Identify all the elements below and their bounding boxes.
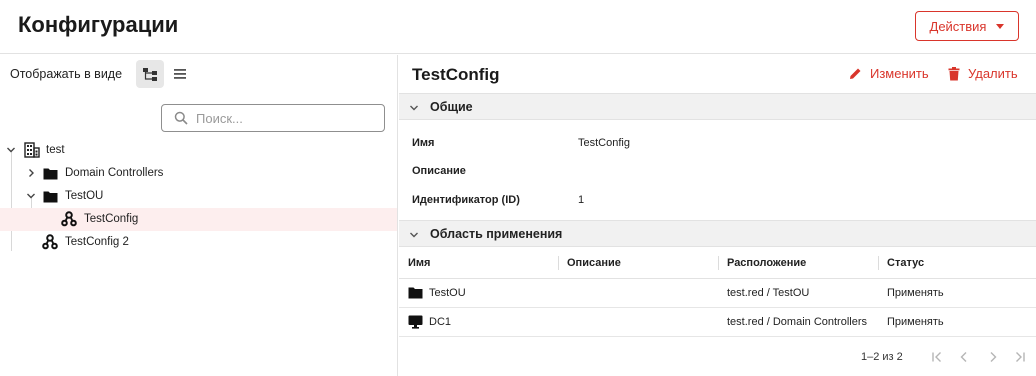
cell-status: Применять bbox=[887, 287, 944, 299]
cell-location: test.red / Domain Controllers bbox=[727, 316, 867, 328]
pencil-icon bbox=[850, 68, 861, 79]
page-title: Конфигурации bbox=[18, 12, 179, 37]
tree-node-testconfig-2[interactable]: TestConfig 2 bbox=[0, 231, 397, 254]
first-page-icon[interactable] bbox=[928, 348, 946, 366]
tree-node-label: TestConfig bbox=[84, 213, 139, 225]
tree-node-label: test bbox=[46, 144, 65, 156]
next-page-icon[interactable] bbox=[984, 348, 1002, 366]
scope-table-header: Имя Описание Расположение Статус bbox=[399, 248, 1036, 279]
column-separator[interactable] bbox=[718, 256, 719, 270]
tree-node-label: TestConfig 2 bbox=[65, 236, 129, 248]
search-field[interactable] bbox=[161, 104, 385, 132]
column-header-location[interactable]: Расположение bbox=[727, 257, 806, 269]
actions-button[interactable]: Действия bbox=[915, 11, 1019, 41]
config-icon bbox=[61, 211, 77, 227]
tree-panel: Отображать в виде Поиск... test Domain C… bbox=[0, 55, 398, 376]
prop-description-label: Описание bbox=[412, 165, 466, 177]
table-row[interactable]: DC1 test.red / Domain Controllers Примен… bbox=[399, 308, 1036, 337]
tree-view-button[interactable] bbox=[136, 60, 164, 88]
page-header: Конфигурации Действия bbox=[0, 0, 1036, 54]
building-icon bbox=[24, 142, 40, 158]
section-general-header[interactable]: Общие bbox=[399, 93, 1036, 120]
caret-down-icon bbox=[996, 23, 1005, 29]
search-input[interactable] bbox=[196, 110, 366, 126]
tree-node-label: TestOU bbox=[65, 190, 104, 202]
folder-icon bbox=[43, 190, 58, 203]
chevron-down-icon[interactable] bbox=[25, 190, 37, 202]
folder-icon bbox=[43, 167, 58, 180]
cell-name: TestOU bbox=[429, 287, 466, 299]
section-scope-title: Область применения bbox=[430, 226, 563, 241]
chevron-down-icon bbox=[409, 229, 419, 243]
edit-button[interactable]: Изменить bbox=[849, 66, 929, 81]
prop-id-value: 1 bbox=[578, 194, 585, 206]
column-header-description[interactable]: Описание bbox=[567, 257, 621, 269]
folder-icon bbox=[408, 286, 423, 302]
list-view-icon bbox=[174, 69, 186, 79]
edit-button-label: Изменить bbox=[870, 66, 929, 81]
search-icon bbox=[174, 111, 188, 125]
section-general-title: Общие bbox=[430, 99, 473, 114]
column-separator[interactable] bbox=[878, 256, 879, 270]
detail-panel: TestConfig Изменить Удалить Общие Имя Te… bbox=[399, 55, 1036, 376]
list-view-button[interactable] bbox=[166, 60, 194, 88]
prop-name-label: Имя bbox=[412, 137, 435, 149]
chevron-down-icon[interactable] bbox=[5, 144, 17, 156]
tree-node-domain-controllers[interactable]: Domain Controllers bbox=[0, 162, 397, 185]
chevron-down-icon bbox=[409, 102, 419, 116]
trash-icon bbox=[948, 66, 960, 80]
cell-location: test.red / TestOU bbox=[727, 287, 810, 299]
pagination-info: 1–2 из 2 bbox=[861, 351, 903, 363]
delete-button-label: Удалить bbox=[968, 66, 1018, 81]
column-header-name[interactable]: Имя bbox=[408, 257, 430, 269]
previous-page-icon[interactable] bbox=[955, 348, 973, 366]
monitor-icon bbox=[408, 315, 423, 332]
tree-node-label: Domain Controllers bbox=[65, 167, 164, 179]
last-page-icon[interactable] bbox=[1011, 348, 1029, 366]
detail-title: TestConfig bbox=[412, 65, 500, 84]
tree-node-test[interactable]: test bbox=[0, 139, 397, 162]
column-separator[interactable] bbox=[558, 256, 559, 270]
tree-view-icon bbox=[143, 68, 157, 81]
column-header-status[interactable]: Статус bbox=[887, 257, 924, 269]
tree-node-testconfig[interactable]: TestConfig bbox=[0, 208, 397, 231]
prop-id-label: Идентификатор (ID) bbox=[412, 194, 520, 206]
prop-name-value: TestConfig bbox=[578, 137, 630, 149]
view-mode-label: Отображать в виде bbox=[10, 67, 123, 81]
cell-name: DC1 bbox=[429, 316, 452, 328]
chevron-right-icon[interactable] bbox=[25, 167, 37, 179]
config-icon bbox=[42, 234, 58, 250]
cell-status: Применять bbox=[887, 316, 944, 328]
tree-node-testou[interactable]: TestOU bbox=[0, 185, 397, 208]
section-scope-header[interactable]: Область применения bbox=[399, 220, 1036, 247]
table-row[interactable]: TestOU test.red / TestOU Применять bbox=[399, 279, 1036, 308]
delete-button[interactable]: Удалить bbox=[948, 66, 1018, 81]
actions-button-label: Действия bbox=[929, 18, 987, 34]
